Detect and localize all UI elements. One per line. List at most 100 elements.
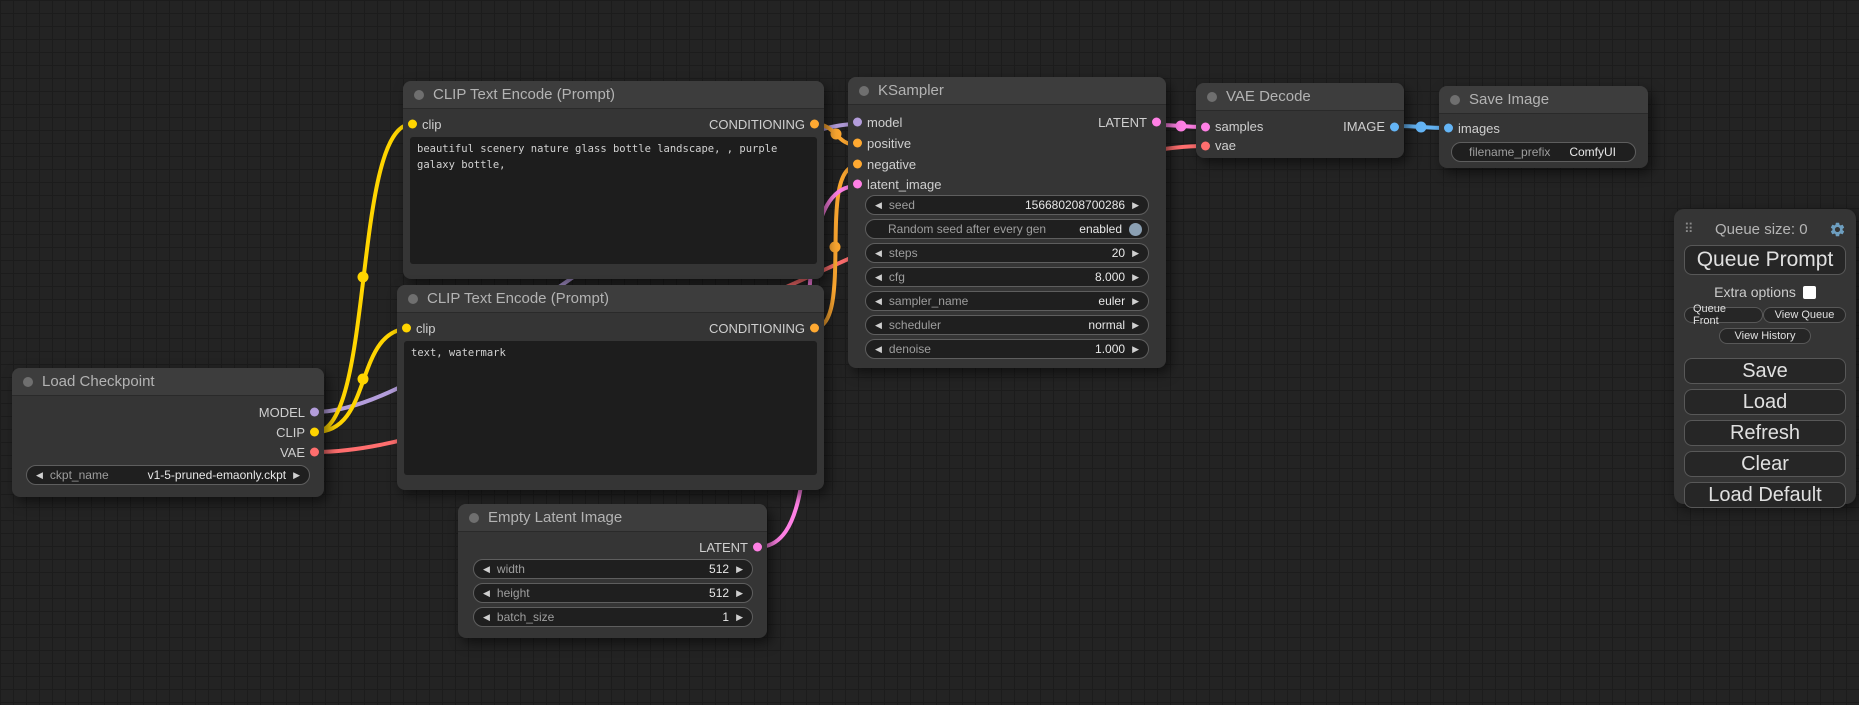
conditioning-output-port[interactable]: [810, 324, 819, 333]
node-header[interactable]: Empty Latent Image: [458, 504, 767, 532]
steps-widget[interactable]: ◀ steps 20 ▶: [865, 243, 1149, 263]
decrement-icon[interactable]: ◀: [875, 201, 882, 210]
clip-output-port[interactable]: [310, 428, 319, 437]
latent-image-input-port[interactable]: [853, 180, 862, 189]
cfg-widget[interactable]: ◀ cfg 8.000 ▶: [865, 267, 1149, 287]
positive-input-port[interactable]: [853, 139, 862, 148]
images-input-port[interactable]: [1444, 124, 1453, 133]
node-clip-text-encode-positive[interactable]: CLIP Text Encode (Prompt) clip CONDITION…: [403, 81, 824, 279]
queue-panel[interactable]: ⠿ Queue size: 0 Queue Prompt Extra optio…: [1674, 209, 1856, 504]
save-button[interactable]: Save: [1684, 358, 1846, 384]
increment-icon[interactable]: ▶: [1132, 273, 1139, 282]
increment-icon[interactable]: ▶: [1132, 249, 1139, 258]
collapse-dot-icon[interactable]: [23, 377, 33, 387]
node-header[interactable]: VAE Decode: [1196, 83, 1404, 111]
image-output-port[interactable]: [1390, 122, 1399, 131]
collapse-dot-icon[interactable]: [408, 294, 418, 304]
refresh-button[interactable]: Refresh: [1684, 420, 1846, 446]
model-input-port[interactable]: [853, 118, 862, 127]
clip-input-port[interactable]: [402, 324, 411, 333]
node-empty-latent-image[interactable]: Empty Latent Image LATENT ◀ width 512 ▶ …: [458, 504, 767, 638]
extra-options-checkbox[interactable]: [1803, 286, 1816, 299]
scheduler-widget[interactable]: ◀ scheduler normal ▶: [865, 315, 1149, 335]
node-load-checkpoint[interactable]: Load Checkpoint MODEL CLIP VAE ◀ ckpt_na…: [12, 368, 324, 497]
vae-input-port[interactable]: [1201, 141, 1210, 150]
graph-canvas[interactable]: Load Checkpoint MODEL CLIP VAE ◀ ckpt_na…: [0, 0, 1859, 705]
seed-widget[interactable]: ◀ seed 156680208700286 ▶: [865, 195, 1149, 215]
decrement-icon[interactable]: ◀: [483, 589, 490, 598]
queue-prompt-button[interactable]: Queue Prompt: [1684, 245, 1846, 275]
width-widget[interactable]: ◀ width 512 ▶: [473, 559, 753, 579]
ckpt-name-widget[interactable]: ◀ ckpt_name v1-5-pruned-emaonly.ckpt ▶: [26, 465, 310, 485]
increment-icon[interactable]: ▶: [1132, 321, 1139, 330]
random-seed-widget[interactable]: Random seed after every gen enabled: [865, 219, 1149, 239]
collapse-dot-icon[interactable]: [1450, 95, 1460, 105]
node-vae-decode[interactable]: VAE Decode samples IMAGE vae: [1196, 83, 1404, 158]
node-header[interactable]: CLIP Text Encode (Prompt): [397, 285, 824, 313]
node-header[interactable]: Save Image: [1439, 86, 1648, 114]
increment-icon[interactable]: ▶: [736, 565, 743, 574]
decrement-icon[interactable]: ◀: [483, 565, 490, 574]
load-button[interactable]: Load: [1684, 389, 1846, 415]
increment-icon[interactable]: ▶: [736, 589, 743, 598]
queue-size-label: Queue size: 0: [1694, 221, 1829, 238]
filename-prefix-widget[interactable]: filename_prefix ComfyUI: [1451, 142, 1636, 162]
view-queue-button[interactable]: View Queue: [1763, 307, 1846, 323]
drag-handle-icon[interactable]: ⠿: [1684, 221, 1694, 237]
decrement-icon[interactable]: ◀: [36, 471, 43, 480]
output-row-latent: LATENT: [1007, 112, 1166, 132]
collapse-dot-icon[interactable]: [859, 86, 869, 96]
decrement-icon[interactable]: ◀: [875, 345, 882, 354]
port-row-vae: vae: [1196, 136, 1404, 155]
increment-icon[interactable]: ▶: [736, 613, 743, 622]
decrement-icon[interactable]: ◀: [875, 249, 882, 258]
latent-output-port[interactable]: [753, 543, 762, 552]
view-history-button[interactable]: View History: [1719, 328, 1811, 344]
clear-button[interactable]: Clear: [1684, 451, 1846, 477]
node-title: VAE Decode: [1226, 88, 1311, 105]
sampler-name-widget[interactable]: ◀ sampler_name euler ▶: [865, 291, 1149, 311]
input-row-negative: negative: [848, 154, 1166, 174]
port-row: clip CONDITIONING: [397, 318, 824, 338]
latent-output-port[interactable]: [1152, 118, 1161, 127]
input-row-images: images: [1439, 118, 1648, 138]
node-title: Load Checkpoint: [42, 373, 155, 390]
negative-input-port[interactable]: [853, 160, 862, 169]
samples-input-port[interactable]: [1201, 122, 1210, 131]
prompt-textarea[interactable]: text, watermark: [404, 341, 817, 475]
decrement-icon[interactable]: ◀: [875, 321, 882, 330]
clip-input-port[interactable]: [408, 120, 417, 129]
decrement-icon[interactable]: ◀: [483, 613, 490, 622]
output-row-model: MODEL: [12, 402, 324, 422]
increment-icon[interactable]: ▶: [293, 471, 300, 480]
decrement-icon[interactable]: ◀: [875, 273, 882, 282]
output-row-vae: VAE: [12, 442, 324, 462]
load-default-button[interactable]: Load Default: [1684, 482, 1846, 508]
increment-icon[interactable]: ▶: [1132, 345, 1139, 354]
node-header[interactable]: CLIP Text Encode (Prompt): [403, 81, 824, 109]
node-header[interactable]: KSampler: [848, 77, 1166, 105]
settings-gear-icon[interactable]: [1829, 221, 1846, 238]
increment-icon[interactable]: ▶: [1132, 297, 1139, 306]
collapse-dot-icon[interactable]: [469, 513, 479, 523]
batch-size-widget[interactable]: ◀ batch_size 1 ▶: [473, 607, 753, 627]
input-row-positive: positive: [848, 133, 1166, 153]
height-widget[interactable]: ◀ height 512 ▶: [473, 583, 753, 603]
node-save-image[interactable]: Save Image images filename_prefix ComfyU…: [1439, 86, 1648, 168]
increment-icon[interactable]: ▶: [1132, 201, 1139, 210]
node-title: Save Image: [1469, 91, 1549, 108]
queue-front-button[interactable]: Queue Front: [1684, 307, 1763, 323]
prompt-textarea[interactable]: beautiful scenery nature glass bottle la…: [410, 137, 817, 264]
toggle-dot-icon[interactable]: [1129, 223, 1142, 236]
model-output-port[interactable]: [310, 408, 319, 417]
node-header[interactable]: Load Checkpoint: [12, 368, 324, 396]
collapse-dot-icon[interactable]: [414, 90, 424, 100]
node-ksampler[interactable]: KSampler model positive negative latent_…: [848, 77, 1166, 368]
decrement-icon[interactable]: ◀: [875, 297, 882, 306]
vae-output-port[interactable]: [310, 448, 319, 457]
node-clip-text-encode-negative[interactable]: CLIP Text Encode (Prompt) clip CONDITION…: [397, 285, 824, 490]
collapse-dot-icon[interactable]: [1207, 92, 1217, 102]
denoise-widget[interactable]: ◀ denoise 1.000 ▶: [865, 339, 1149, 359]
port-row-samples: samples IMAGE: [1196, 117, 1404, 136]
conditioning-output-port[interactable]: [810, 120, 819, 129]
